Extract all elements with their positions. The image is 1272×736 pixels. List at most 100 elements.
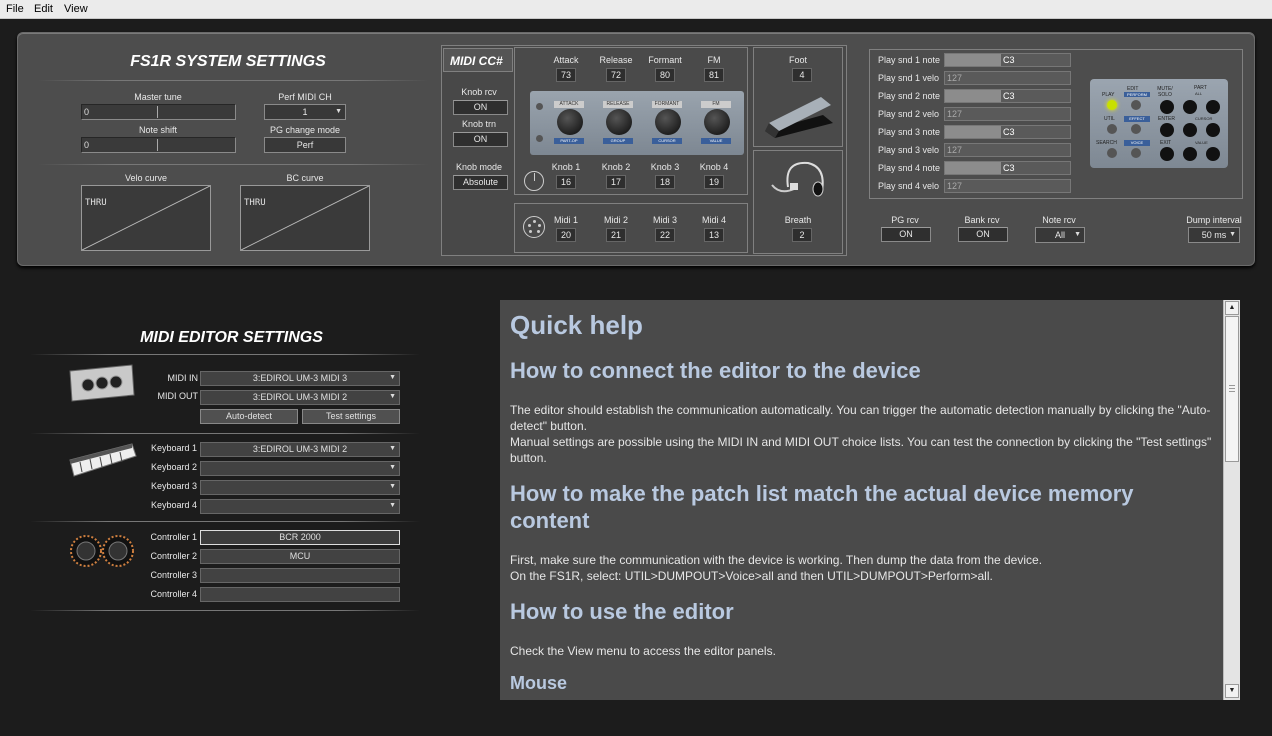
midi-cc-title-box: MIDI CC# <box>443 48 513 72</box>
midi-3-label: Midi 3 <box>652 215 677 225</box>
help-title: Quick help <box>510 310 643 340</box>
knob-rcv-label: Knob rcv <box>461 87 497 97</box>
midi-in-select[interactable]: 3:EDIROL UM-3 MIDI 3 ▼ <box>200 371 400 386</box>
bank-rcv-button[interactable]: ON <box>958 227 1008 242</box>
keyboard-select[interactable]: 3:EDIROL UM-3 MIDI 2 ▼ <box>200 442 400 457</box>
midi-out-label: MIDI OUT <box>157 391 199 401</box>
play-note-slider[interactable]: C3 <box>944 161 1071 175</box>
velo-value: 127 <box>947 145 963 155</box>
fm-value[interactable]: 81 <box>704 68 724 82</box>
knob-icon <box>655 109 681 135</box>
knob-1-value[interactable]: 16 <box>556 175 576 189</box>
knob-trn-button[interactable]: ON <box>453 132 508 147</box>
perf-midi-ch-select[interactable]: 1 ▼ <box>264 104 346 120</box>
panel-play-text: PLAY <box>1102 92 1115 98</box>
midi-1-value[interactable]: 20 <box>556 228 576 242</box>
play-row-label: Play snd 1 velo <box>878 73 940 83</box>
keyboard-label: Keyboard 1 <box>150 443 197 453</box>
knob-icon <box>704 109 730 135</box>
panel-label-formant: FORMANT <box>652 101 682 108</box>
button-icon <box>1206 123 1220 137</box>
button-icon <box>1160 100 1174 114</box>
breath-value[interactable]: 2 <box>792 228 812 242</box>
divider <box>38 164 428 165</box>
knob-mode-button[interactable]: Absolute <box>453 175 508 190</box>
button-icon <box>1206 100 1220 114</box>
keyboard-label: Keyboard 2 <box>150 462 197 472</box>
knob-4-value[interactable]: 19 <box>704 175 724 189</box>
auto-detect-button[interactable]: Auto-detect <box>200 409 298 424</box>
controller-field[interactable] <box>200 568 400 583</box>
bc-curve-graph[interactable]: THRU <box>240 185 370 251</box>
knob-icon <box>606 109 632 135</box>
button-icon <box>1183 147 1197 161</box>
keyboard-select[interactable]: ▼ <box>200 461 400 476</box>
dump-interval-select[interactable]: 50 ms ▼ <box>1188 227 1240 243</box>
pg-change-mode-button[interactable]: Perf <box>264 137 346 153</box>
chevron-down-icon: ▼ <box>389 464 396 471</box>
master-tune-label: Master tune <box>134 92 182 102</box>
attack-label: Attack <box>553 55 579 65</box>
release-value[interactable]: 72 <box>606 68 626 82</box>
keyboard-select[interactable]: ▼ <box>200 499 400 514</box>
midi-4-value[interactable]: 13 <box>704 228 724 242</box>
formant-value[interactable]: 80 <box>655 68 675 82</box>
play-velo-field[interactable]: 127 <box>944 143 1071 157</box>
menu-file[interactable]: File <box>6 3 24 15</box>
knob-3-value[interactable]: 18 <box>655 175 675 189</box>
fs1r-panel-image: PLAY EDIT PERFORM MUTE/ SOLO PART ALL UT… <box>1090 79 1228 168</box>
note-rcv-label: Note rcv <box>1042 215 1076 225</box>
midi-3-value[interactable]: 22 <box>655 228 675 242</box>
button-icon <box>1183 100 1197 114</box>
play-row-label: Play snd 4 note <box>878 163 941 173</box>
scroll-thumb[interactable] <box>1225 316 1239 462</box>
help-text: Check the View menu to access the editor… <box>510 644 776 658</box>
attack-value[interactable]: 73 <box>556 68 576 82</box>
knob-trn-label: Knob trn <box>461 119 497 129</box>
menu-view[interactable]: View <box>64 3 88 15</box>
foot-pedal-icon <box>765 97 833 138</box>
midi-out-select[interactable]: 3:EDIROL UM-3 MIDI 2 ▼ <box>200 390 400 405</box>
button-icon <box>1131 100 1141 110</box>
controller-label: Controller 2 <box>150 551 197 561</box>
chevron-down-icon: ▼ <box>389 393 396 400</box>
play-note-slider[interactable]: C3 <box>944 53 1071 67</box>
pg-rcv-button[interactable]: ON <box>881 227 931 242</box>
play-note-slider[interactable]: C3 <box>944 89 1071 103</box>
controller-field[interactable]: MCU <box>200 549 400 564</box>
chevron-down-icon: ▼ <box>1074 231 1081 238</box>
quick-help-panel: Quick help How to connect the editor to … <box>500 300 1223 700</box>
led-icon <box>536 103 543 110</box>
foot-value[interactable]: 4 <box>792 68 812 82</box>
velo-curve-graph[interactable]: THRU <box>81 185 211 251</box>
help-scrollbar[interactable]: ▲ ▼ <box>1223 300 1240 700</box>
panel-enter-text: ENTER <box>1158 116 1175 122</box>
note-rcv-select[interactable]: All ▼ <box>1035 227 1085 243</box>
menu-edit[interactable]: Edit <box>34 3 53 15</box>
controller-field[interactable]: BCR 2000 <box>200 530 400 545</box>
help-text: The editor should establish the communic… <box>510 403 1212 465</box>
scroll-down-icon[interactable]: ▼ <box>1225 684 1239 698</box>
master-tune-field[interactable]: 0 <box>81 104 236 120</box>
scroll-up-icon[interactable]: ▲ <box>1225 301 1239 315</box>
divider <box>38 80 428 81</box>
test-settings-button[interactable]: Test settings <box>302 409 400 424</box>
knob-outline-icon <box>524 171 544 191</box>
play-velo-field[interactable]: 127 <box>944 179 1071 193</box>
velo-value: 127 <box>947 181 963 191</box>
pg-change-mode-label: PG change mode <box>269 125 341 135</box>
note-shift-field[interactable]: 0 <box>81 137 236 153</box>
system-settings-title: FS1R SYSTEM SETTINGS <box>130 53 326 70</box>
midi-2-value[interactable]: 21 <box>606 228 626 242</box>
controller-field[interactable] <box>200 587 400 602</box>
play-velo-field[interactable]: 127 <box>944 71 1071 85</box>
chevron-down-icon: ▼ <box>389 483 396 490</box>
play-velo-field[interactable]: 127 <box>944 107 1071 121</box>
divider <box>30 433 420 434</box>
play-row-label: Play snd 2 velo <box>878 109 940 119</box>
knob-rcv-button[interactable]: ON <box>453 100 508 115</box>
system-settings-panel: FS1R SYSTEM SETTINGS Master tune 0 Note … <box>17 32 1255 266</box>
keyboard-select[interactable]: ▼ <box>200 480 400 495</box>
play-note-slider[interactable]: C3 <box>944 125 1071 139</box>
knob-2-value[interactable]: 17 <box>606 175 626 189</box>
